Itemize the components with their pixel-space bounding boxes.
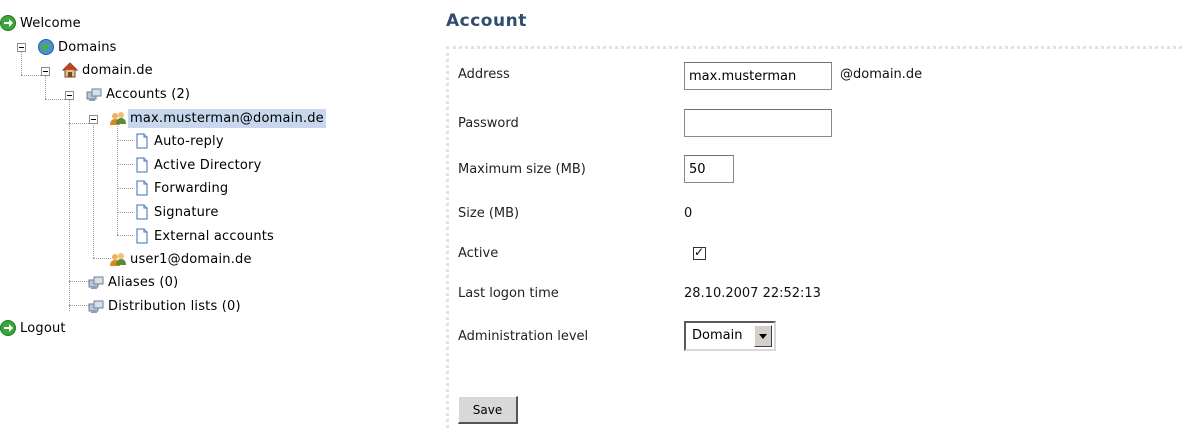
tree-item-welcome[interactable]: Welcome xyxy=(0,13,83,33)
size-label: Size (MB) xyxy=(458,206,520,221)
domain-suffix: @domain.de xyxy=(840,67,923,82)
tree-label: Forwarding xyxy=(154,180,229,196)
tree-connector xyxy=(69,281,89,282)
last-logon-value: 28.10.2007 22:52:13 xyxy=(684,286,821,301)
tree-connector xyxy=(117,140,133,141)
active-checkbox[interactable]: ✓ xyxy=(693,245,706,260)
computer-group-icon xyxy=(88,298,104,314)
tree-item-aliases[interactable]: Aliases (0) xyxy=(88,272,180,292)
max-size-input[interactable] xyxy=(684,155,734,183)
save-button[interactable]: Save xyxy=(458,396,518,424)
tree-label: Logout xyxy=(20,320,66,336)
accounts-collapse-toggle[interactable] xyxy=(65,91,74,100)
tree-label: Domains xyxy=(58,39,117,55)
address-input[interactable] xyxy=(684,62,832,90)
globe-icon xyxy=(38,39,54,55)
check-mark-icon: ✓ xyxy=(694,245,705,259)
tree-label: Active Directory xyxy=(154,157,262,173)
document-icon xyxy=(134,180,150,196)
green-arrow-icon xyxy=(0,15,16,31)
tree-connector xyxy=(21,75,43,76)
tree-connector xyxy=(69,305,89,306)
tree-connector xyxy=(117,164,133,165)
tree-item-auto-reply[interactable]: Auto-reply xyxy=(134,131,226,151)
chevron-down-icon[interactable] xyxy=(754,325,772,347)
tree-connector xyxy=(117,188,133,189)
size-value: 0 xyxy=(684,206,693,221)
domain-collapse-toggle[interactable] xyxy=(41,67,50,76)
address-label: Address xyxy=(458,67,510,82)
tree-item-account-user1[interactable]: user1@domain.de xyxy=(110,249,254,269)
password-label: Password xyxy=(458,116,519,131)
document-icon xyxy=(134,204,150,220)
tree-label: Aliases (0) xyxy=(108,274,179,290)
navigation-tree: Welcome Domains domain.de Accounts (2) m… xyxy=(0,0,420,428)
last-logon-label: Last logon time xyxy=(458,286,559,301)
tree-label: Signature xyxy=(154,204,219,220)
tree-connector xyxy=(21,51,22,75)
document-icon xyxy=(134,157,150,173)
tree-label: External accounts xyxy=(154,228,275,244)
users-icon xyxy=(110,110,126,126)
tree-connector xyxy=(93,123,94,258)
tree-item-domain[interactable]: domain.de xyxy=(62,60,155,80)
tree-item-accounts[interactable]: Accounts (2) xyxy=(86,84,192,104)
tree-label: Accounts (2) xyxy=(106,86,191,102)
tree-connector xyxy=(69,123,91,124)
tree-label: Distribution lists (0) xyxy=(108,298,241,314)
tree-label: max.musterman@domain.de xyxy=(128,108,326,128)
tree-item-external-accounts[interactable]: External accounts xyxy=(134,226,276,246)
tree-connector xyxy=(45,99,67,100)
tree-item-logout[interactable]: Logout xyxy=(0,318,68,338)
account-collapse-toggle[interactable] xyxy=(89,115,98,124)
admin-level-label: Administration level xyxy=(458,329,589,344)
house-icon xyxy=(62,62,78,78)
admin-level-select[interactable]: Domain xyxy=(684,321,776,351)
tree-item-domains[interactable]: Domains xyxy=(38,37,119,57)
page-title: Account xyxy=(446,11,527,31)
max-size-label: Maximum size (MB) xyxy=(458,162,586,177)
tree-label: Auto-reply xyxy=(154,133,224,149)
tree-item-forwarding[interactable]: Forwarding xyxy=(134,178,230,198)
tree-connector xyxy=(69,99,70,311)
password-input[interactable] xyxy=(684,109,832,137)
green-arrow-icon xyxy=(0,320,16,336)
active-label: Active xyxy=(458,246,499,261)
users-icon xyxy=(110,251,126,267)
tree-connector xyxy=(117,212,133,213)
document-icon xyxy=(134,228,150,244)
tree-label: user1@domain.de xyxy=(130,251,252,267)
tree-connector xyxy=(117,235,133,236)
tree-item-active-directory[interactable]: Active Directory xyxy=(134,155,263,175)
account-form-panel xyxy=(446,46,1182,428)
tree-label: Welcome xyxy=(20,15,81,31)
tree-item-distribution-lists[interactable]: Distribution lists (0) xyxy=(88,296,243,316)
tree-item-signature[interactable]: Signature xyxy=(134,202,221,222)
admin-level-value: Domain xyxy=(692,328,743,343)
domains-collapse-toggle[interactable] xyxy=(17,43,26,52)
computer-group-icon xyxy=(88,274,104,290)
tree-label: domain.de xyxy=(82,62,153,78)
computer-group-icon xyxy=(86,86,102,102)
tree-connector xyxy=(45,75,46,99)
tree-connector xyxy=(93,258,111,259)
tree-item-account-selected[interactable]: max.musterman@domain.de xyxy=(110,108,326,128)
document-icon xyxy=(134,133,150,149)
